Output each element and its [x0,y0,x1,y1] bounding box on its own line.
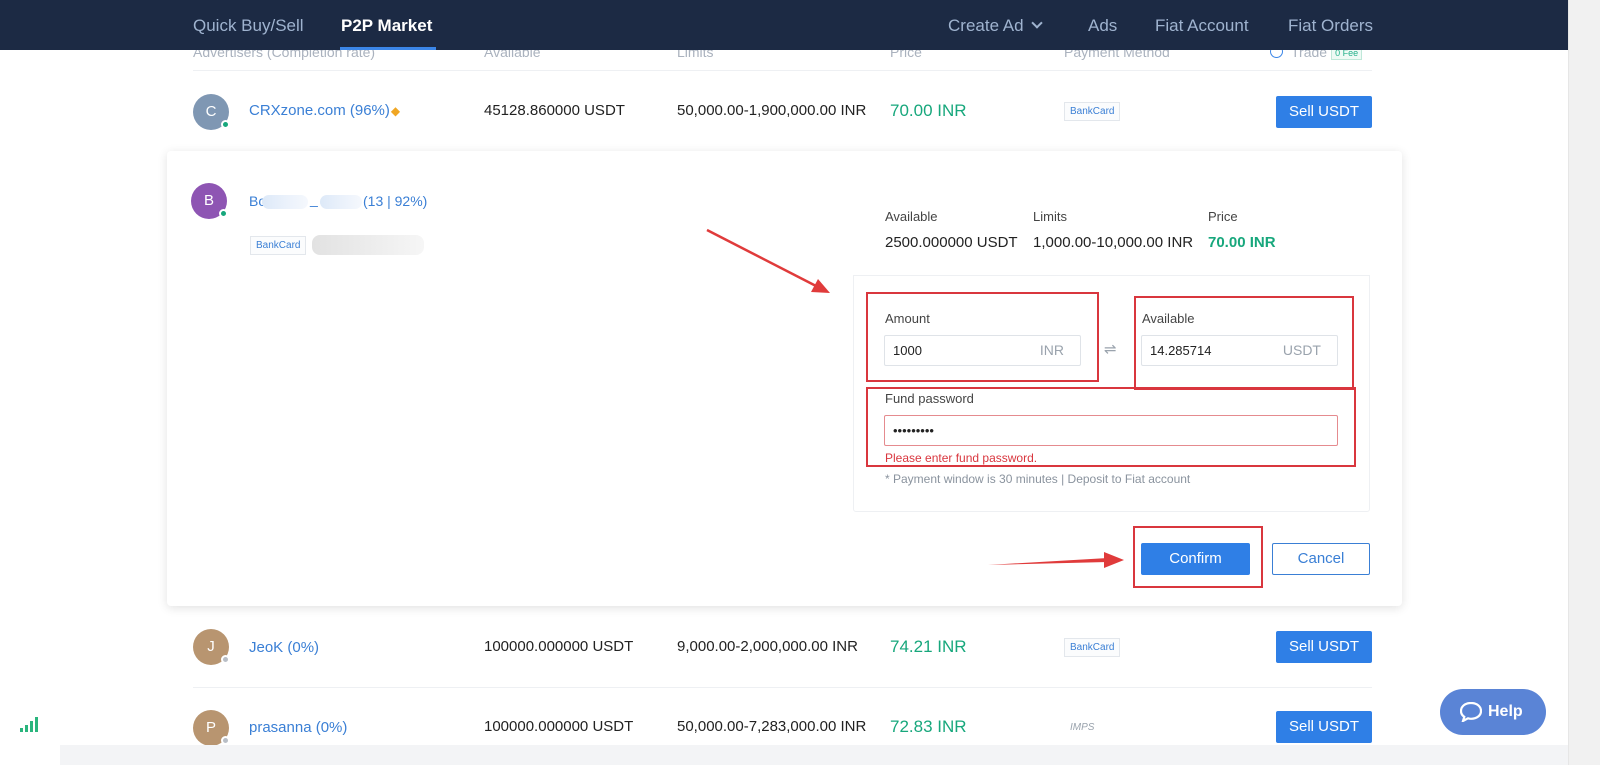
active-tab-indicator [340,47,436,50]
redacted-payment-detail [312,235,424,255]
annotation-box-available [1134,296,1354,390]
available-amount: 100000.000000 USDT [484,638,634,655]
chat-bubble-icon [1460,702,1482,722]
signal-strength-icon [20,717,38,732]
advertiser-name[interactable]: JeoK (0%) [249,639,319,656]
summary-price-label: Price [1208,209,1238,224]
available-amount: 100000.000000 USDT [484,718,634,735]
nav-p2p-market-top[interactable]: P2P Market [341,0,432,50]
sell-usdt-button[interactable]: Sell USDT [1276,96,1372,128]
offline-status-dot [221,655,230,664]
help-button[interactable]: Help [1440,689,1546,735]
price: 70.00 INR [890,101,967,120]
nav-fiat-orders-top[interactable]: Fiat Orders [1288,0,1373,50]
create-ad-chevron-down-icon [1030,17,1043,29]
swap-icon[interactable]: ⇌ [1104,340,1117,358]
annotation-box-confirm [1133,526,1263,588]
nav-quick-buy-sell-top[interactable]: Quick Buy/Sell [193,0,304,50]
avatar: P [193,710,230,746]
bottom-strip [60,745,1568,765]
annotation-box-fund-password [866,387,1356,467]
expanded-payment-badge: BankCard [250,236,307,255]
expanded-avatar-initial: B [203,192,214,209]
imps-logo: IMPS [1070,722,1095,733]
nav-ads-top[interactable]: Ads [1088,0,1117,50]
price: 74.21 INR [890,637,967,656]
available-amount: 45128.860000 USDT [484,102,625,119]
limits: 50,000.00-1,900,000.00 INR [677,102,867,119]
advertiser-name-text: CRXzone.com (96%) [249,102,390,119]
payment-method-badge: BankCard [1064,638,1121,657]
row-divider [193,687,1372,688]
diamond-icon: ◆ [390,104,401,118]
summary-available-value: 2500.000000 USDT [885,234,1018,251]
expanded-name-separator: _ [310,191,318,207]
advertiser-name[interactable]: prasanna (0%) [249,719,347,736]
sell-usdt-button[interactable]: Sell USDT [1276,711,1372,743]
redacted-name-part-1 [262,195,308,209]
expanded-avatar: B [191,183,228,219]
avatar: C [193,94,230,130]
nav-create-ad-top[interactable]: Create Ad [948,0,1043,50]
nav-fiat-account-top[interactable]: Fiat Account [1155,0,1249,50]
payment-window-note: * Payment window is 30 minutes | Deposit… [885,472,1191,486]
limits: 50,000.00-7,283,000.00 INR [677,718,867,735]
advertiser-name[interactable]: CRXzone.com (96%)◆ [249,102,400,119]
offline-status-dot [221,736,230,745]
row-divider [193,70,1372,71]
summary-limits-label: Limits [1033,209,1067,224]
online-status-dot [221,120,230,129]
nav-items-layer: Quick Buy/Sell P2P Market Create Ad Ads … [0,0,1568,50]
page-scrollbar[interactable] [1568,0,1600,765]
summary-available-label: Available [885,209,938,224]
summary-limits-value: 1,000.00-10,000.00 INR [1033,234,1194,251]
avatar-initial: C [205,103,217,120]
nav-create-ad-text: Create Ad [948,16,1024,35]
avatar-initial: P [205,719,216,736]
trade-summary [853,183,1370,276]
help-label: Help [1488,703,1523,720]
expanded-advertiser-stats: (13 | 92%) [363,193,428,209]
sell-usdt-button[interactable]: Sell USDT [1276,631,1372,663]
avatar-initial: J [207,638,215,655]
annotation-box-amount [866,292,1099,382]
cancel-button[interactable]: Cancel [1272,543,1370,575]
payment-method-badge: BankCard [1064,102,1121,121]
redacted-name-part-2 [320,195,362,209]
limits: 9,000.00-2,000,000.00 INR [677,638,858,655]
price: 72.83 INR [890,717,967,736]
avatar: J [193,629,230,665]
summary-price-value: 70.00 INR [1208,234,1276,251]
expanded-online-dot [219,209,228,218]
